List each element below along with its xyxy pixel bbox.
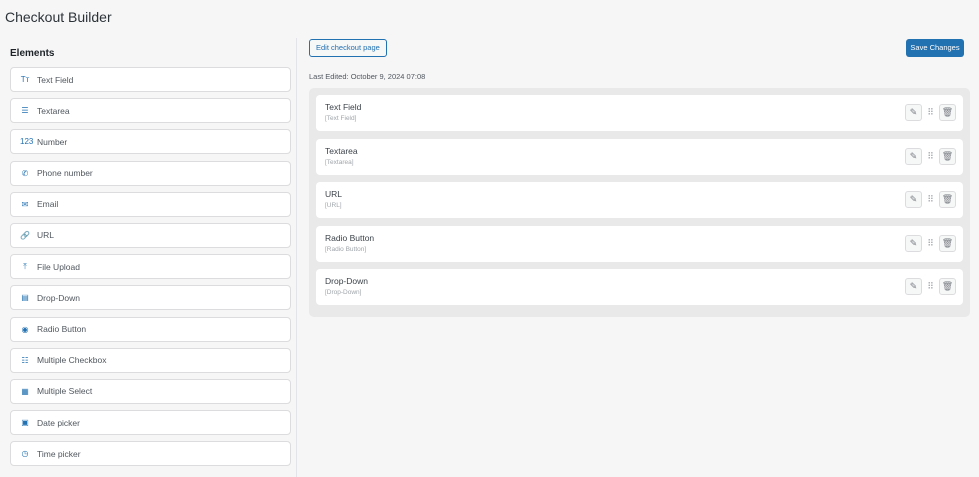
element-icon: ✆ — [21, 168, 29, 178]
page-title: Checkout Builder — [5, 9, 112, 25]
edit-icon[interactable]: ✎ — [905, 147, 922, 165]
edit-icon[interactable]: ✎ — [905, 234, 922, 252]
field-name: Textarea — [325, 145, 358, 156]
element-icon: ☷ — [21, 355, 29, 365]
edit-icon[interactable]: ✎ — [905, 278, 922, 295]
edit-icon[interactable]: ✎ — [905, 191, 922, 208]
element-icon: 🔗 — [20, 230, 30, 240]
element-label: URL — [37, 230, 55, 241]
form-canvas: Text Field [Text Field] ✎ ⠿ 🗑 Textarea [Textar… — [309, 88, 970, 317]
element-icon: ▣ — [21, 418, 29, 428]
field-card[interactable]: Drop-Down [Drop-Down] ✎ ⠿ 🗑 — [316, 269, 963, 305]
field-name: Text Field — [325, 102, 362, 112]
element-icon: ◷ — [21, 449, 29, 459]
element-label: File Upload — [37, 261, 80, 272]
elements-panel: Elements Tт Text Field ☰ Textarea 123 Number ✆… — [0, 38, 297, 477]
edit-checkout-page-button[interactable]: Edit checkout page — [309, 39, 387, 57]
element-icon: ☰ — [21, 106, 29, 116]
drag-handle-icon[interactable]: ⠿ — [926, 107, 935, 118]
field-card[interactable]: Radio Button [Radio Button] ✎ ⠿ 🗑 — [316, 225, 963, 262]
drag-handle-icon[interactable]: ⠿ — [926, 151, 935, 162]
element-item[interactable]: 🔗 URL — [10, 222, 291, 248]
elements-heading: Elements — [10, 48, 55, 59]
field-card[interactable]: Text Field [Text Field] ✎ ⠿ 🗑 — [316, 95, 963, 131]
field-card[interactable]: URL [URL] ✎ ⠿ 🗑 — [316, 182, 963, 218]
element-icon: 123 — [20, 137, 34, 147]
delete-icon[interactable]: 🗑 — [939, 234, 956, 252]
delete-icon[interactable]: 🗑 — [939, 104, 956, 121]
drag-handle-icon[interactable]: ⠿ — [926, 194, 935, 205]
save-changes-button[interactable]: Save Changes — [906, 39, 964, 57]
field-name: Drop-Down — [325, 276, 368, 286]
element-label: Email — [37, 199, 59, 210]
element-item[interactable]: ◷ Time picker — [10, 441, 291, 467]
delete-icon[interactable]: 🗑 — [939, 278, 956, 295]
element-label: Time picker — [37, 448, 81, 459]
element-item[interactable]: ☰ Textarea — [10, 98, 291, 124]
element-item[interactable]: ◉ Radio Button — [10, 316, 291, 342]
element-item[interactable]: 123 Number — [10, 129, 291, 155]
element-label: Multiple Select — [37, 386, 93, 397]
element-label: Text Field — [37, 74, 74, 85]
element-label: Textarea — [37, 105, 70, 116]
element-label: Multiple Checkbox — [37, 355, 107, 366]
element-item[interactable]: ✆ Phone number — [10, 160, 291, 186]
field-name: Radio Button — [325, 232, 375, 243]
element-item[interactable]: ▦ Multiple Select — [10, 378, 291, 404]
element-item[interactable]: ▣ Date picker — [10, 410, 291, 436]
drag-handle-icon[interactable]: ⠿ — [926, 238, 935, 249]
element-item[interactable]: ☷ Multiple Checkbox — [10, 347, 291, 373]
element-item[interactable]: ▤ Drop-Down — [10, 285, 291, 311]
element-label: Phone number — [37, 168, 93, 179]
drag-handle-icon[interactable]: ⠿ — [926, 281, 935, 292]
field-shortcode: [URL] — [325, 202, 342, 209]
field-shortcode: [Text Field] — [325, 115, 357, 122]
edit-icon[interactable]: ✎ — [905, 104, 922, 121]
element-label: Number — [37, 136, 68, 147]
element-item[interactable]: ✉ Email — [10, 191, 291, 217]
field-shortcode: [Drop-Down] — [325, 289, 362, 296]
field-shortcode: [Radio Button] — [325, 245, 367, 253]
delete-icon[interactable]: 🗑 — [939, 147, 956, 165]
element-icon: ▤ — [21, 293, 29, 303]
element-icon: ◉ — [21, 324, 29, 334]
element-icon: ✉ — [21, 199, 29, 209]
field-name: URL — [325, 189, 343, 199]
element-label: Date picker — [37, 417, 80, 428]
element-icon: ▦ — [21, 386, 29, 396]
last-edited: Last Edited: October 9, 2024 07:08 — [309, 72, 426, 81]
field-shortcode: [Textarea] — [325, 158, 354, 166]
delete-icon[interactable]: 🗑 — [939, 191, 956, 208]
element-label: Radio Button — [37, 324, 87, 334]
elements-list: Tт Text Field ☰ Textarea 123 Number ✆ Phone num… — [10, 67, 291, 472]
element-icon: ⤒ — [23, 261, 27, 271]
element-label: Drop-Down — [37, 292, 80, 303]
element-item[interactable]: Tт Text Field — [10, 67, 291, 92]
element-item[interactable]: ⤒ File Upload — [10, 254, 291, 280]
element-icon: Tт — [20, 75, 30, 84]
field-card[interactable]: Textarea [Textarea] ✎ ⠿ 🗑 — [316, 138, 963, 175]
